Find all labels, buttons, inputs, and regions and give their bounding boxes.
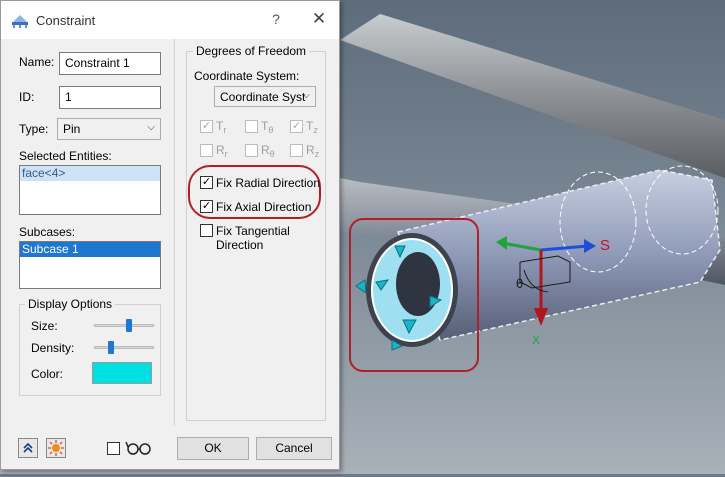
selected-entities-list[interactable]: face<4> [19,165,161,215]
name-input[interactable]: Constraint 1 [59,52,161,75]
close-button[interactable]: ✕ [307,9,331,31]
fix-radial-label: Fix Radial Direction [216,176,321,190]
size-slider-track[interactable] [94,324,154,327]
ttheta-checkbox[interactable] [245,120,258,133]
cancel-button[interactable]: Cancel [256,437,332,460]
highlight-button[interactable] [46,438,66,458]
axis-x-label: X [532,333,540,347]
size-label: Size: [31,319,58,333]
id-input[interactable]: 1 [59,86,161,109]
chevron-down-icon: ⌵ [147,122,155,133]
ok-button[interactable]: OK [177,437,249,460]
preview-checkbox[interactable] [107,442,120,455]
type-label: Type: [19,122,49,136]
column-separator [174,39,175,426]
constraint-dialog: Constraint ? ✕ Name: Constraint 1 ID: 1 … [0,0,340,470]
dof-legend: Degrees of Freedom [193,44,310,58]
help-button[interactable]: ? [266,11,286,31]
fix-axial-checkbox[interactable]: ✓ [200,200,213,213]
selected-entities-label: Selected Entities: [19,149,112,163]
display-options-legend: Display Options [25,297,116,311]
density-label: Density: [31,341,75,355]
size-slider-thumb[interactable] [126,319,133,332]
chevron-down-icon: ⌵ [302,90,310,101]
coordinate-system-label: Coordinate System: [194,69,300,83]
rz-checkbox[interactable] [290,144,303,157]
fix-tangential-label: Fix Tangential Direction [216,224,290,252]
tr-checkbox[interactable]: ✓ [200,120,213,133]
density-slider-track[interactable] [94,346,154,349]
collapse-button[interactable] [18,438,38,458]
type-dropdown[interactable]: Pin ⌵ [57,118,161,140]
coordinate-system-dropdown[interactable]: Coordinate Syst ⌵ [214,86,316,107]
burst-icon [48,440,64,456]
title-bar[interactable]: Constraint ? ✕ [1,1,339,39]
fix-radial-checkbox[interactable]: ✓ [200,176,213,189]
ttheta-label: Tθ [261,119,274,135]
double-chevron-up-icon [23,442,33,453]
id-label: ID: [19,90,35,104]
rz-label: Rz [306,143,320,159]
coordinate-system-value: Coordinate Syst [220,90,306,104]
subcases-list[interactable]: Subcase 1 [19,241,161,289]
tr-label: Tr [216,119,227,135]
color-swatch[interactable] [92,362,152,384]
list-item[interactable]: face<4> [20,166,160,181]
fix-axial-label: Fix Axial Direction [216,200,312,214]
rtheta-checkbox[interactable] [245,144,258,157]
dialog-title: Constraint [36,13,96,28]
rr-checkbox[interactable] [200,144,213,157]
glasses-icon [125,441,151,455]
color-label: Color: [31,367,64,381]
subcases-label: Subcases: [19,225,76,239]
tz-checkbox[interactable]: ✓ [290,120,303,133]
list-item[interactable]: Subcase 1 [20,242,160,257]
name-label: Name: [19,55,55,69]
density-slider-thumb[interactable] [107,341,114,354]
fix-tangential-checkbox[interactable] [200,224,213,237]
axis-s-label: S [600,237,610,254]
rr-label: Rr [216,143,228,159]
rtheta-label: Rθ [261,143,275,159]
theta-label: θ [516,277,523,291]
tz-label: Tz [306,119,318,135]
app-icon [12,15,28,28]
face-highlight-annotation [349,218,479,372]
type-value: Pin [63,122,81,136]
